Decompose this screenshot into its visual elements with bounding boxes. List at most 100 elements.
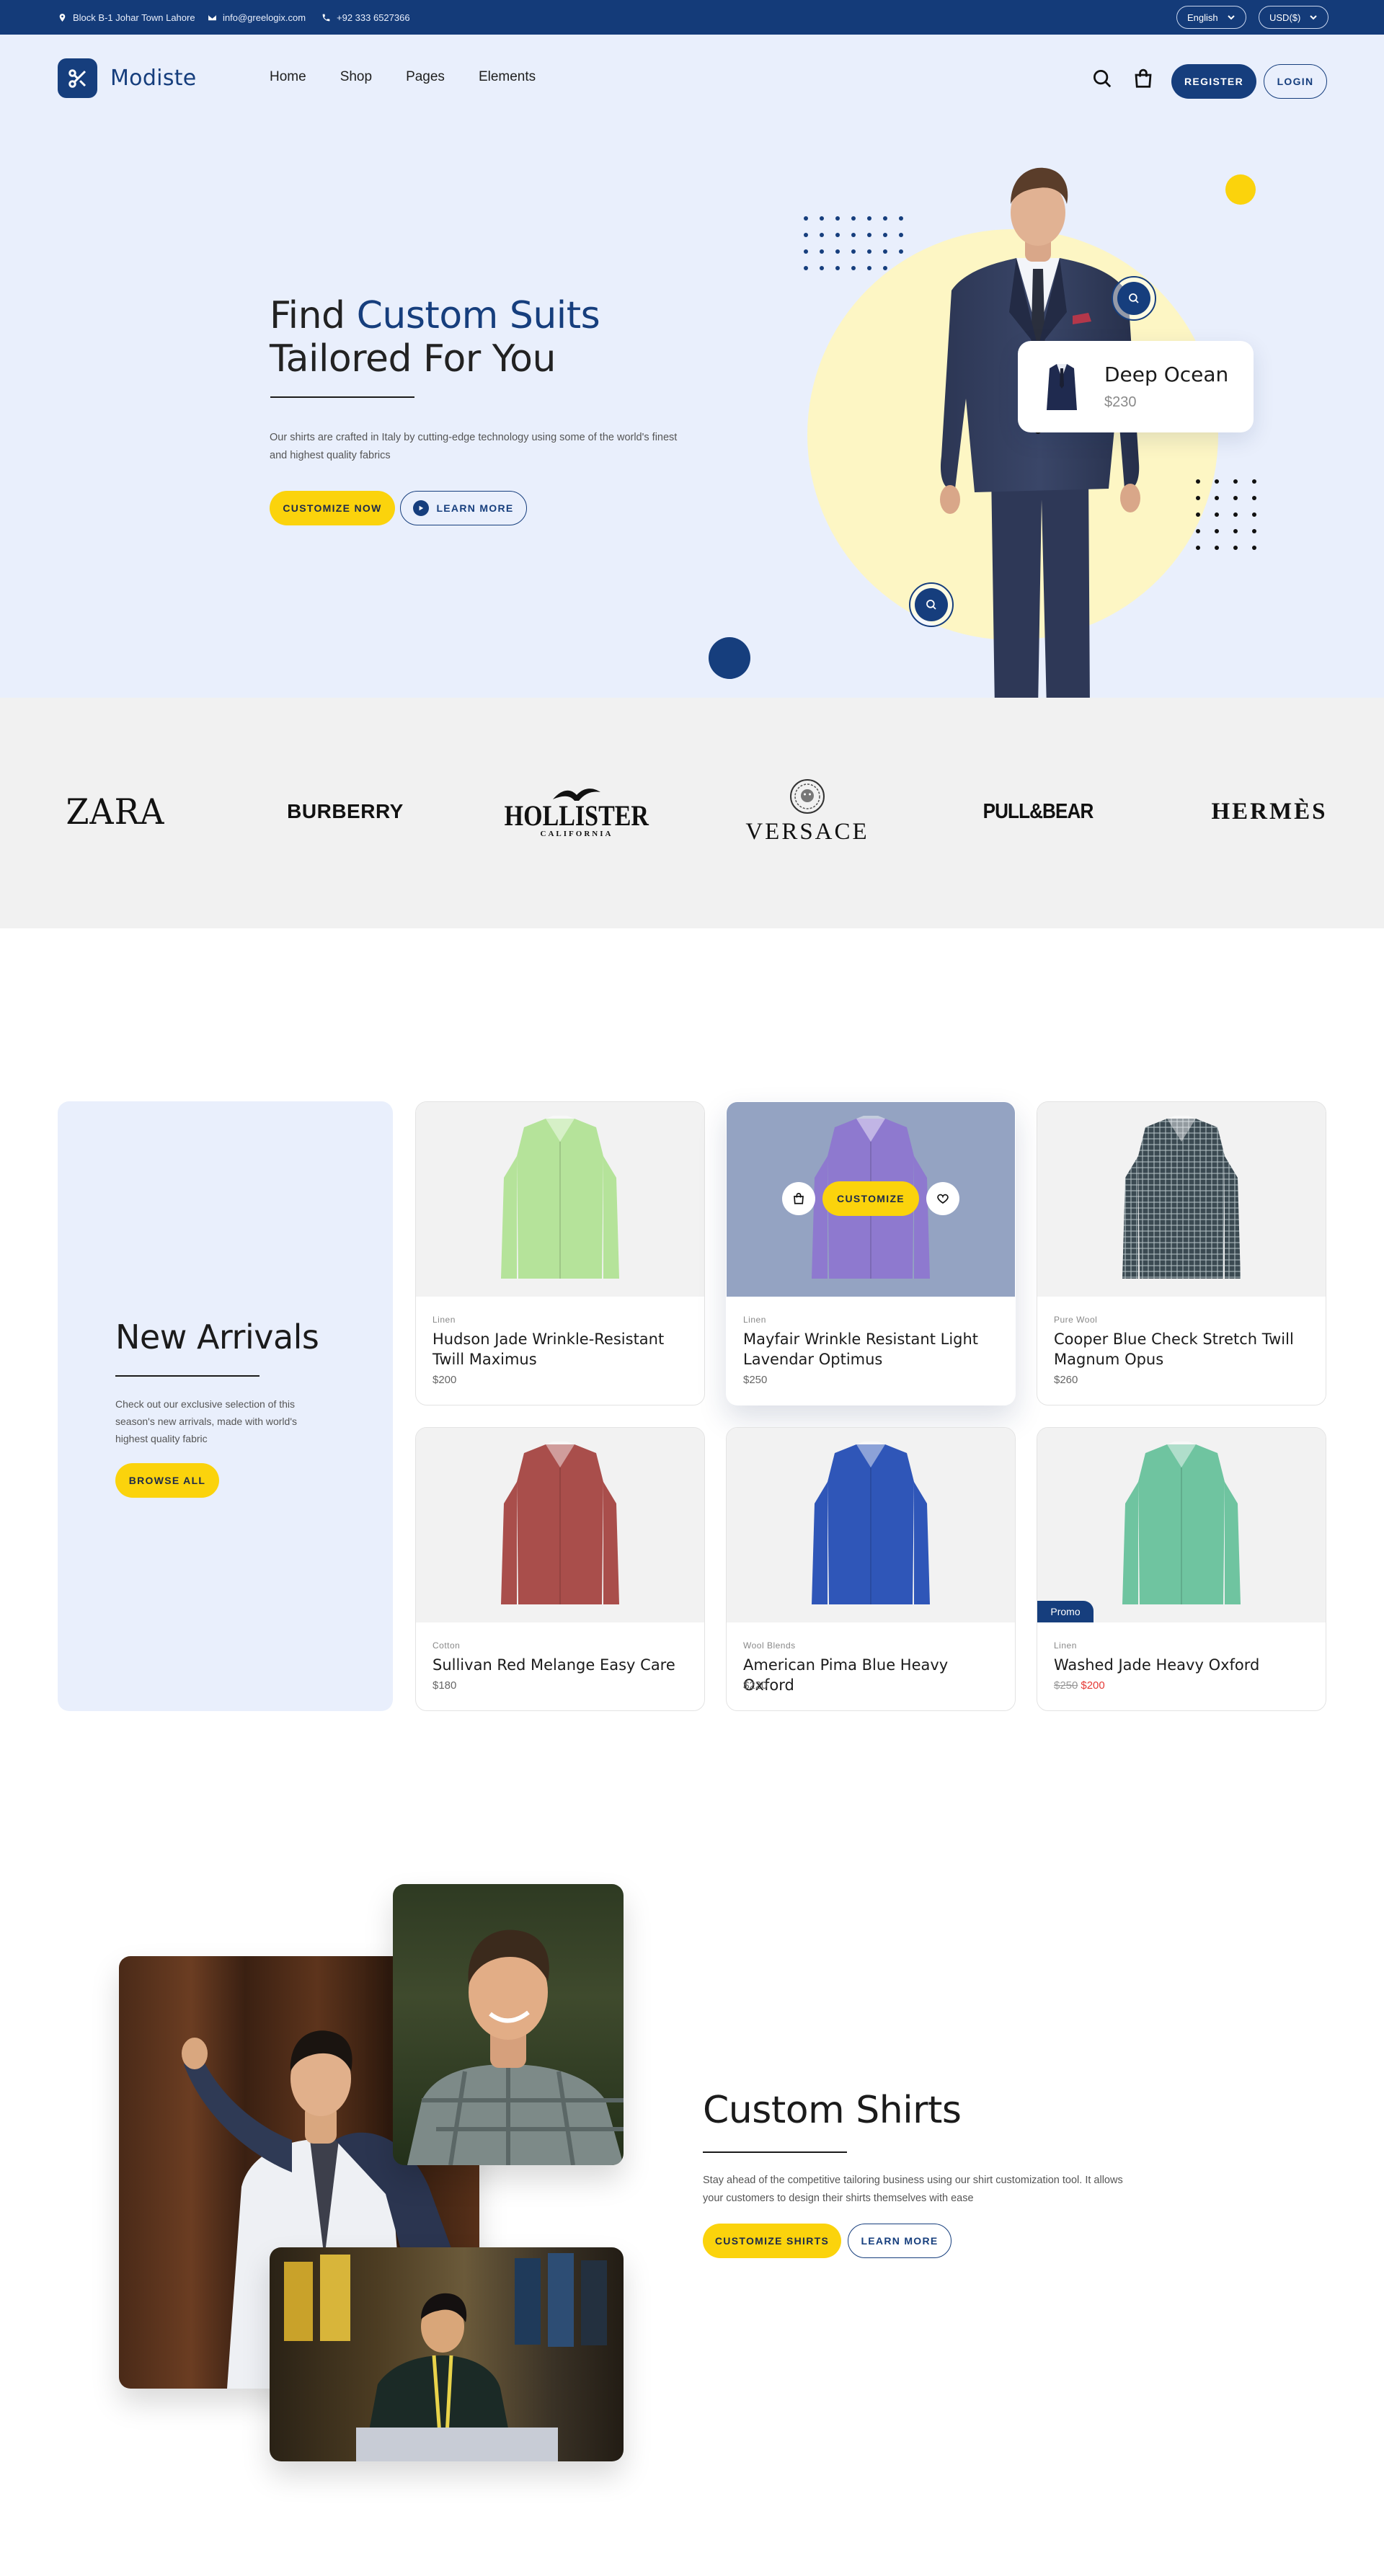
product-image xyxy=(416,1102,704,1297)
product-name[interactable]: Cooper Blue Check Stretch Twill Magnum O… xyxy=(1054,1329,1313,1369)
product-image xyxy=(727,1428,1015,1622)
product-image: CUSTOMIZE xyxy=(727,1102,1015,1297)
product-name[interactable]: Washed Jade Heavy Oxford xyxy=(1054,1655,1313,1675)
product-image xyxy=(416,1428,704,1622)
brand-logo-hermes[interactable]: HERMÈS xyxy=(1211,776,1327,848)
language-select[interactable]: English xyxy=(1176,6,1246,29)
learn-more-button[interactable]: LEARN MORE xyxy=(400,491,527,525)
medusa-icon xyxy=(790,778,825,814)
tailor-working-photo xyxy=(270,2247,624,2461)
product-name[interactable]: American Pima Blue Heavy Oxford xyxy=(743,1655,1003,1695)
product-card[interactable]: Linen Hudson Jade Wrinkle-Resistant Twil… xyxy=(415,1101,705,1405)
phone-info[interactable]: +92 333 6527366 xyxy=(321,0,410,35)
decor-dots-navy xyxy=(804,216,903,270)
email-text: info@greelogix.com xyxy=(223,12,306,23)
mail-icon xyxy=(208,14,216,20)
hero-title-prefix: Find xyxy=(270,294,357,337)
product-old-price: $250 xyxy=(1054,1679,1078,1692)
custom-shirts-text: Stay ahead of the competitive tailoring … xyxy=(703,2175,1123,2204)
nav-item-pages[interactable]: Pages xyxy=(406,69,445,85)
new-arrivals-divider xyxy=(115,1375,260,1377)
login-button[interactable]: LOGIN xyxy=(1264,64,1327,99)
brand-logo-pullbear[interactable]: PULL&BEAR xyxy=(983,776,1094,848)
brand-logos-strip: ZARA BURBERRY HOLLISTER CALIFORNIA VERSA… xyxy=(0,698,1384,928)
new-arrivals-text: Check out our exclusive selection of thi… xyxy=(115,1398,297,1444)
brand-logo-zara[interactable]: ZARA xyxy=(58,774,173,850)
browse-all-button[interactable]: BROWSE ALL xyxy=(115,1463,219,1498)
search-icon xyxy=(926,600,936,610)
learn-more-label: LEARN MORE xyxy=(436,502,514,514)
customize-now-button[interactable]: CUSTOMIZE NOW xyxy=(270,491,395,525)
hero-title-line2: Tailored For You xyxy=(270,337,556,381)
product-card[interactable]: Pure Wool Cooper Blue Check Stretch Twil… xyxy=(1037,1101,1326,1405)
product-hover-actions: CUSTOMIZE xyxy=(727,1181,1015,1216)
product-name[interactable]: Mayfair Wrinkle Resistant Light Lavendar… xyxy=(743,1329,1003,1369)
custom-shirts-divider xyxy=(703,2151,847,2153)
smiling-man-figure xyxy=(407,1929,624,2165)
currency-value: USD($) xyxy=(1269,12,1301,23)
product-image xyxy=(1037,1102,1326,1297)
top-bar: Block B-1 Johar Town Lahore info@greelog… xyxy=(0,0,1384,35)
hero-lead: Our shirts are crafted in Italy by cutti… xyxy=(270,432,678,461)
wishlist-button[interactable] xyxy=(926,1182,959,1215)
play-icon xyxy=(413,500,430,516)
product-name: Deep Ocean xyxy=(1104,363,1229,386)
product-card[interactable]: Promo Linen Washed Jade Heavy Oxford $25… xyxy=(1037,1427,1326,1711)
shirt-image xyxy=(812,1442,930,1604)
product-image: Promo xyxy=(1037,1428,1326,1622)
product-price: $200 xyxy=(432,1374,457,1386)
product-price: $220 xyxy=(743,1679,768,1692)
add-to-bag-button[interactable] xyxy=(782,1182,816,1215)
nav-item-elements[interactable]: Elements xyxy=(479,69,536,85)
product-category: Cotton xyxy=(432,1640,461,1651)
shirt-image xyxy=(1122,1116,1241,1279)
logo[interactable]: Modiste xyxy=(58,58,197,98)
bag-icon xyxy=(794,1193,804,1204)
shirt-image xyxy=(501,1116,619,1279)
hollister-wordmark: HOLLISTER xyxy=(504,799,649,832)
product-name[interactable]: Sullivan Red Melange Easy Care xyxy=(432,1655,692,1675)
custom-shirts-title: Custom Shirts xyxy=(703,2089,962,2132)
phone-text: +92 333 6527366 xyxy=(337,12,410,23)
hero-title-accent: Custom Suits xyxy=(356,294,600,337)
language-value: English xyxy=(1187,12,1218,23)
email-info[interactable]: info@greelogix.com xyxy=(208,0,306,35)
product-name[interactable]: Hudson Jade Wrinkle-Resistant Twill Maxi… xyxy=(432,1329,692,1369)
product-category: Linen xyxy=(432,1315,456,1325)
nav-item-home[interactable]: Home xyxy=(270,69,306,85)
product-card[interactable]: Cotton Sullivan Red Melange Easy Care $1… xyxy=(415,1427,705,1711)
product-card[interactable]: Wool Blends American Pima Blue Heavy Oxf… xyxy=(726,1427,1016,1711)
brand-logo-burberry[interactable]: BURBERRY xyxy=(287,776,404,848)
decor-yellow-dot xyxy=(1225,174,1256,205)
address-text: Block B-1 Johar Town Lahore xyxy=(73,12,195,23)
brand-logo-versace[interactable]: VERSACE xyxy=(745,776,869,848)
customize-shirts-button[interactable]: CUSTOMIZE SHIRTS xyxy=(703,2224,841,2258)
decor-dots-black xyxy=(1196,479,1256,550)
hero-section: Modiste Home Shop Pages Elements REGISTE… xyxy=(0,35,1384,698)
product-category: Wool Blends xyxy=(743,1640,796,1651)
customize-button[interactable]: CUSTOMIZE xyxy=(822,1181,919,1216)
shirt-image xyxy=(501,1442,619,1604)
custom-shirts-learn-more-button[interactable]: LEARN MORE xyxy=(848,2224,952,2258)
hotspot-trousers[interactable] xyxy=(909,582,954,627)
bag-icon[interactable] xyxy=(1132,68,1154,89)
nav-item-shop[interactable]: Shop xyxy=(340,69,372,85)
product-category: Pure Wool xyxy=(1054,1315,1098,1325)
logo-text: Modiste xyxy=(110,66,197,91)
featured-product-card[interactable]: Deep Ocean $230 xyxy=(1018,341,1254,432)
shirt-image xyxy=(1122,1442,1241,1604)
register-button[interactable]: REGISTER xyxy=(1171,64,1256,99)
product-card-hovered[interactable]: CUSTOMIZE Linen Mayfair Wrinkle Resistan… xyxy=(726,1101,1016,1405)
versace-wordmark: VERSACE xyxy=(745,818,869,845)
hero-divider xyxy=(270,396,414,398)
product-category: Linen xyxy=(743,1315,766,1325)
phone-icon xyxy=(322,14,330,21)
product-price: $180 xyxy=(432,1679,457,1692)
product-price: $250 $200 xyxy=(1054,1679,1105,1692)
brand-logo-hollister[interactable]: HOLLISTER CALIFORNIA xyxy=(505,776,649,848)
search-icon[interactable] xyxy=(1091,68,1113,89)
hotspot-jacket[interactable] xyxy=(1112,276,1156,321)
currency-select[interactable]: USD($) xyxy=(1259,6,1329,29)
promo-badge: Promo xyxy=(1037,1601,1094,1622)
address-info: Block B-1 Johar Town Lahore xyxy=(58,0,195,35)
